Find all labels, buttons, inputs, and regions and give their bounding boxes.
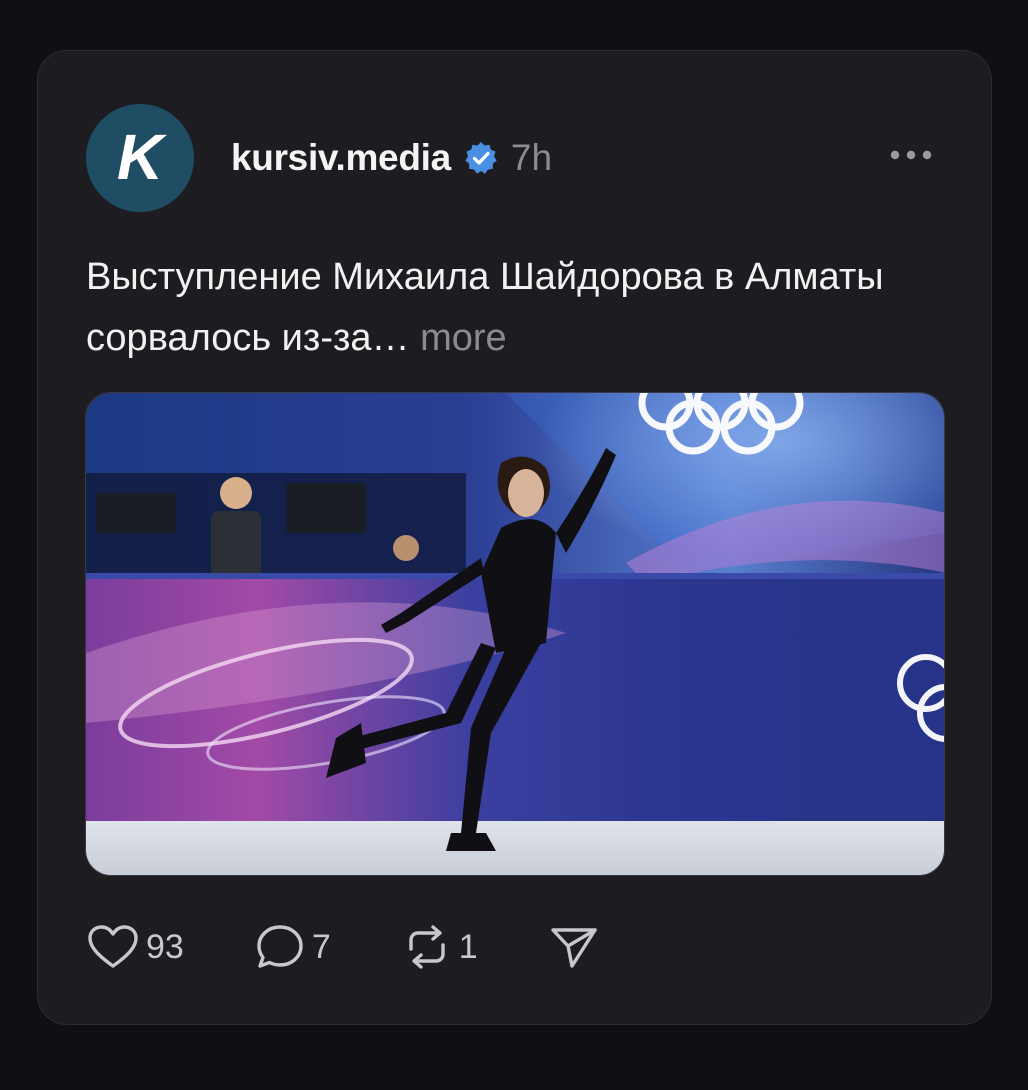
post-card[interactable]: K kursiv.media 7h Выступление Михаила Ша… <box>37 50 992 1025</box>
post-image[interactable] <box>85 392 945 876</box>
repost-icon <box>409 925 445 969</box>
more-icon <box>890 150 932 160</box>
share-button[interactable] <box>548 922 600 972</box>
skater-photo <box>86 393 944 875</box>
logo-avatar: K <box>86 104 194 212</box>
post-actions: 93 7 1 <box>86 919 600 975</box>
share-icon <box>550 928 597 968</box>
heart-icon <box>88 925 138 968</box>
avatar[interactable]: K <box>86 104 194 212</box>
username[interactable]: kursiv.media <box>231 137 451 179</box>
like-count: 93 <box>146 927 184 966</box>
post-header: kursiv.media 7h <box>231 133 552 183</box>
avatar-letter: K <box>117 121 168 193</box>
like-button[interactable]: 93 <box>86 923 184 971</box>
more-options-button[interactable] <box>887 143 935 167</box>
post-text: Выступление Михаила Шайдорова в Алматы с… <box>86 247 916 369</box>
post-time: 7h <box>510 137 553 178</box>
repost-count: 1 <box>458 927 478 966</box>
comment-count: 7 <box>311 927 331 966</box>
comment-icon <box>257 925 303 968</box>
verified-icon <box>463 140 499 176</box>
repost-button[interactable]: 1 <box>401 922 478 972</box>
comment-button[interactable]: 7 <box>254 922 331 972</box>
more-link[interactable]: more <box>420 317 507 359</box>
